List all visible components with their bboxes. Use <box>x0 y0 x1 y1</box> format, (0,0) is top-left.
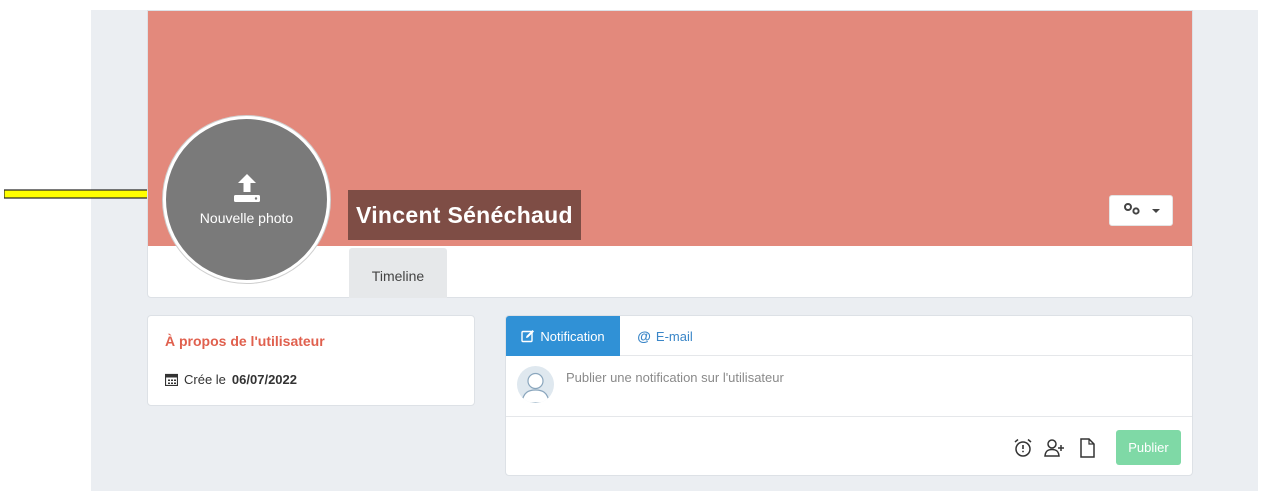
tab-notification-label: Notification <box>540 328 605 344</box>
about-title: À propos de l'utilisateur <box>165 333 325 349</box>
tab-timeline[interactable]: Timeline <box>349 248 447 298</box>
created-label: Crée le <box>184 372 226 387</box>
settings-dropdown-button[interactable] <box>1109 195 1173 226</box>
edit-icon <box>521 330 535 343</box>
add-user-icon[interactable] <box>1044 437 1066 459</box>
composer <box>506 357 1192 417</box>
file-icon[interactable] <box>1076 437 1098 459</box>
publish-button[interactable]: Publier <box>1116 430 1181 465</box>
alarm-clock-icon[interactable] <box>1012 437 1034 459</box>
tab-notification[interactable]: Notification <box>506 316 620 356</box>
avatar-label: Nouvelle photo <box>199 209 294 226</box>
arrow-annotation-icon <box>4 181 164 207</box>
notification-input[interactable] <box>566 370 1166 385</box>
created-date-row: Crée le 06/07/2022 <box>165 372 297 387</box>
tab-email-label: E-mail <box>655 328 693 344</box>
chevron-down-icon <box>1152 208 1160 213</box>
upload-icon <box>233 173 260 202</box>
calendar-icon <box>165 373 178 386</box>
post-card: Notification @ E-mail Publier une notifi… <box>505 315 1193 476</box>
post-actions: Publier <box>1012 430 1181 465</box>
at-icon: @ <box>637 328 651 344</box>
created-date: 06/07/2022 <box>231 372 297 387</box>
profile-name: Vincent Sénéchaud <box>348 190 581 240</box>
tab-email[interactable]: @ E-mail <box>620 316 710 356</box>
gears-icon <box>1122 202 1142 219</box>
about-card: À propos de l'utilisateur Crée le 06/07/… <box>147 315 475 406</box>
avatar-upload[interactable]: Nouvelle photo <box>163 116 330 283</box>
user-avatar-icon <box>517 366 554 403</box>
post-tabs: Notification @ E-mail <box>506 316 1192 356</box>
